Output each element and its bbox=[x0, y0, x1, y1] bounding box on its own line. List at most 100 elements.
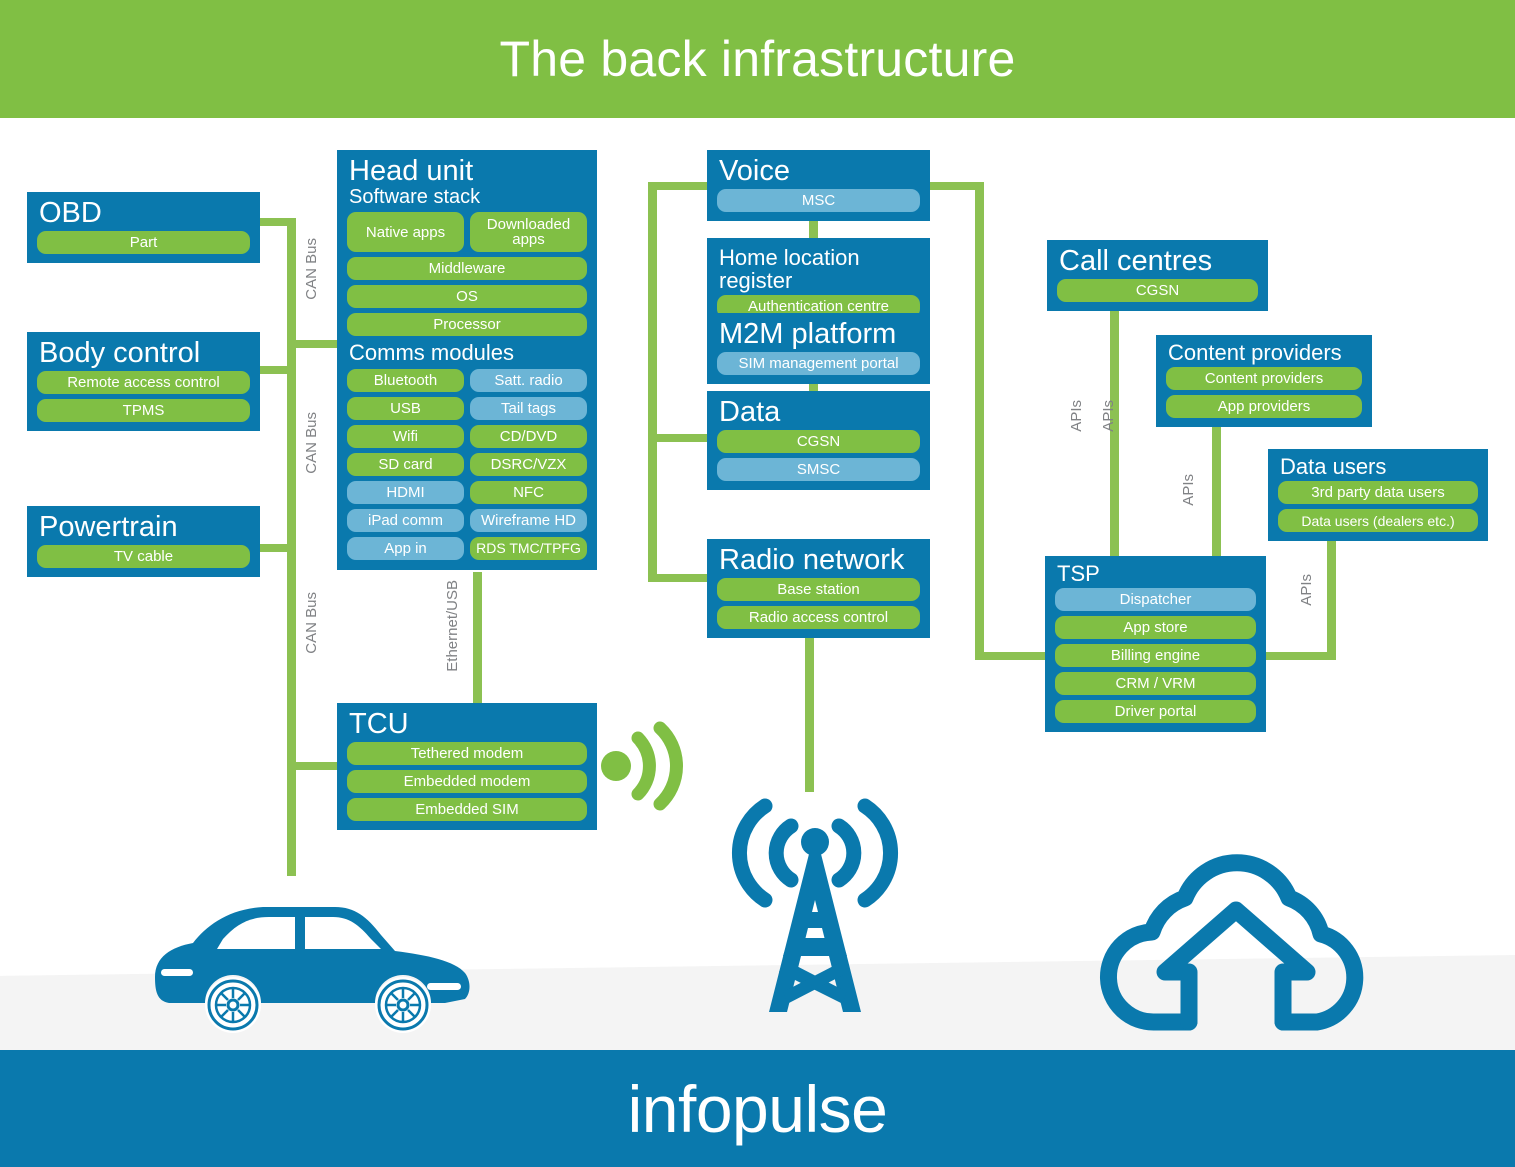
connector-label-ethernet-usb: Ethernet/USB bbox=[444, 580, 461, 672]
wifi-signal-icon bbox=[601, 721, 683, 811]
connector-ethernet-usb bbox=[473, 572, 482, 714]
head-unit-subtitle: Software stack bbox=[349, 186, 481, 209]
pill-middleware[interactable]: Middleware bbox=[347, 257, 587, 281]
card-call-centres[interactable]: Call centres CGSN bbox=[1047, 240, 1268, 312]
connector-radio-tower bbox=[805, 632, 814, 792]
connector-label-apis-2: APIs bbox=[1100, 400, 1117, 432]
pill-processor[interactable]: Processor bbox=[347, 313, 587, 337]
card-obd[interactable]: OBD Part bbox=[27, 192, 260, 264]
card-body-control[interactable]: Body control Remote access control TPMS bbox=[27, 332, 260, 432]
connector-label-can-bus-2: CAN Bus bbox=[303, 412, 320, 474]
radio-tower-icon bbox=[731, 798, 899, 1012]
card-tsp[interactable]: TSP Dispatcher App store Billing engine … bbox=[1045, 556, 1266, 733]
header-banner: The back infrastructure bbox=[0, 0, 1515, 118]
pill-app-store[interactable]: App store bbox=[1055, 616, 1256, 640]
connector-data-left bbox=[648, 434, 716, 442]
pill-obd-part[interactable]: Part bbox=[37, 231, 250, 255]
pill-tpms[interactable]: TPMS bbox=[37, 399, 250, 423]
card-title-data-users: Data users bbox=[1280, 454, 1387, 479]
card-title-voice: Voice bbox=[719, 155, 790, 187]
pill-tail-tags[interactable]: Tail tags bbox=[470, 396, 587, 420]
connector-obd-stub bbox=[260, 218, 296, 226]
pill-billing-engine[interactable]: Billing engine bbox=[1055, 644, 1256, 668]
card-title-body-control: Body control bbox=[39, 337, 201, 369]
connector-contentproviders-tsp bbox=[1212, 424, 1221, 560]
card-powertrain[interactable]: Powertrain TV cable bbox=[27, 506, 260, 578]
pill-msc[interactable]: MSC bbox=[717, 189, 920, 213]
page-title: The back infrastructure bbox=[499, 31, 1016, 87]
card-title-m2m: M2M platform bbox=[719, 318, 897, 350]
pill-remote-access-control[interactable]: Remote access control bbox=[37, 371, 250, 395]
pill-dsrc-vzx[interactable]: DSRC/VZX bbox=[470, 452, 587, 476]
pill-3rd-party-data-users[interactable]: 3rd party data users bbox=[1278, 481, 1478, 505]
head-unit-comms-heading: Comms modules bbox=[349, 340, 515, 366]
head-unit-comms-right-col: Satt. radio Tail tags CD/DVD DSRC/VZX NF… bbox=[470, 368, 587, 560]
card-tcu[interactable]: TCU Tethered modem Embedded modem Embedd… bbox=[337, 703, 597, 831]
pill-downloaded-apps[interactable]: Downloaded apps bbox=[470, 212, 587, 253]
pill-tv-cable[interactable]: TV cable bbox=[37, 545, 250, 569]
pill-tethered-modem[interactable]: Tethered modem bbox=[347, 742, 587, 766]
pill-app-in[interactable]: App in bbox=[347, 536, 464, 560]
pill-usb[interactable]: USB bbox=[347, 396, 464, 420]
pill-satt-radio[interactable]: Satt. radio bbox=[470, 368, 587, 392]
pill-radio-access-control[interactable]: Radio access control bbox=[717, 606, 920, 630]
head-unit-comms-left-col: Bluetooth USB Wifi SD card HDMI iPad com… bbox=[347, 368, 464, 560]
connector-label-can-bus-1: CAN Bus bbox=[303, 238, 320, 300]
pill-dispatcher[interactable]: Dispatcher bbox=[1055, 588, 1256, 612]
pill-driver-portal[interactable]: Driver portal bbox=[1055, 700, 1256, 724]
pill-ipad-comm[interactable]: iPad comm bbox=[347, 508, 464, 532]
pill-crm-vrm[interactable]: CRM / VRM bbox=[1055, 672, 1256, 696]
card-title-obd: OBD bbox=[39, 197, 102, 229]
pill-embedded-sim[interactable]: Embedded SIM bbox=[347, 798, 587, 822]
pill-native-apps[interactable]: Native apps bbox=[347, 212, 464, 253]
card-data-users[interactable]: Data users 3rd party data users Data use… bbox=[1268, 449, 1488, 542]
pill-sd-card[interactable]: SD card bbox=[347, 452, 464, 476]
pill-rds-tmc-tpfg[interactable]: RDS TMC/TPFG bbox=[470, 536, 587, 560]
card-m2m-platform[interactable]: M2M platform SIM management portal bbox=[707, 313, 930, 385]
connector-label-apis-3: APIs bbox=[1180, 474, 1197, 506]
pill-callcentres-cgsn[interactable]: CGSN bbox=[1057, 279, 1258, 303]
connector-label-apis-4: APIs bbox=[1298, 574, 1315, 606]
connector-mid-left-trunk bbox=[648, 182, 657, 582]
pill-embedded-modem[interactable]: Embedded modem bbox=[347, 770, 587, 794]
pill-cd-dvd[interactable]: CD/DVD bbox=[470, 424, 587, 448]
connector-powertrain-stub bbox=[260, 544, 296, 552]
footer-banner: infopulse bbox=[0, 1050, 1515, 1167]
pill-smsc[interactable]: SMSC bbox=[717, 458, 920, 482]
pill-bluetooth[interactable]: Bluetooth bbox=[347, 368, 464, 392]
card-content-providers[interactable]: Content providers Content providers App … bbox=[1156, 335, 1372, 428]
pill-wifi[interactable]: Wifi bbox=[347, 424, 464, 448]
pill-nfc[interactable]: NFC bbox=[470, 480, 587, 504]
pill-base-station[interactable]: Base station bbox=[717, 578, 920, 602]
car-icon bbox=[155, 907, 470, 1033]
card-title-radio-network: Radio network bbox=[719, 544, 905, 576]
pill-sim-management-portal[interactable]: SIM management portal bbox=[717, 352, 920, 376]
connector-datausers-v bbox=[1327, 538, 1336, 658]
connector-bodycontrol-stub bbox=[260, 366, 296, 374]
pill-data-cgsn[interactable]: CGSN bbox=[717, 430, 920, 454]
head-unit-comms-grid: Bluetooth USB Wifi SD card HDMI iPad com… bbox=[347, 368, 587, 560]
pill-os[interactable]: OS bbox=[347, 285, 587, 309]
connector-voice-tsp-h2 bbox=[975, 652, 1047, 660]
pill-data-users-dealers[interactable]: Data users (dealers etc.) bbox=[1278, 509, 1478, 533]
card-data[interactable]: Data CGSN SMSC bbox=[707, 391, 930, 491]
card-title-call-centres: Call centres bbox=[1059, 245, 1213, 277]
card-title-tsp: TSP bbox=[1057, 561, 1100, 586]
connector-headunit-stub bbox=[287, 340, 342, 348]
card-title-content-providers: Content providers bbox=[1168, 340, 1342, 365]
card-title-data: Data bbox=[719, 396, 781, 428]
connector-label-apis-1: APIs bbox=[1068, 400, 1085, 432]
card-title-powertrain: Powertrain bbox=[39, 511, 178, 543]
card-radio-network[interactable]: Radio network Base station Radio access … bbox=[707, 539, 930, 639]
pill-app-providers[interactable]: App providers bbox=[1166, 395, 1362, 419]
connector-label-can-bus-3: CAN Bus bbox=[303, 592, 320, 654]
pill-hdmi[interactable]: HDMI bbox=[347, 480, 464, 504]
connector-datausers-tsp-h bbox=[1265, 652, 1336, 660]
card-head-unit[interactable]: Head unit Software stack Native apps Dow… bbox=[337, 150, 597, 570]
pill-wireframe-hd[interactable]: Wireframe HD bbox=[470, 508, 587, 532]
head-unit-apps-row: Native apps Downloaded apps bbox=[347, 212, 587, 257]
card-voice[interactable]: Voice MSC bbox=[707, 150, 930, 222]
card-title-hlr: Home location register bbox=[719, 245, 860, 294]
connector-tcu-stub bbox=[287, 762, 342, 770]
pill-content-providers[interactable]: Content providers bbox=[1166, 367, 1362, 391]
